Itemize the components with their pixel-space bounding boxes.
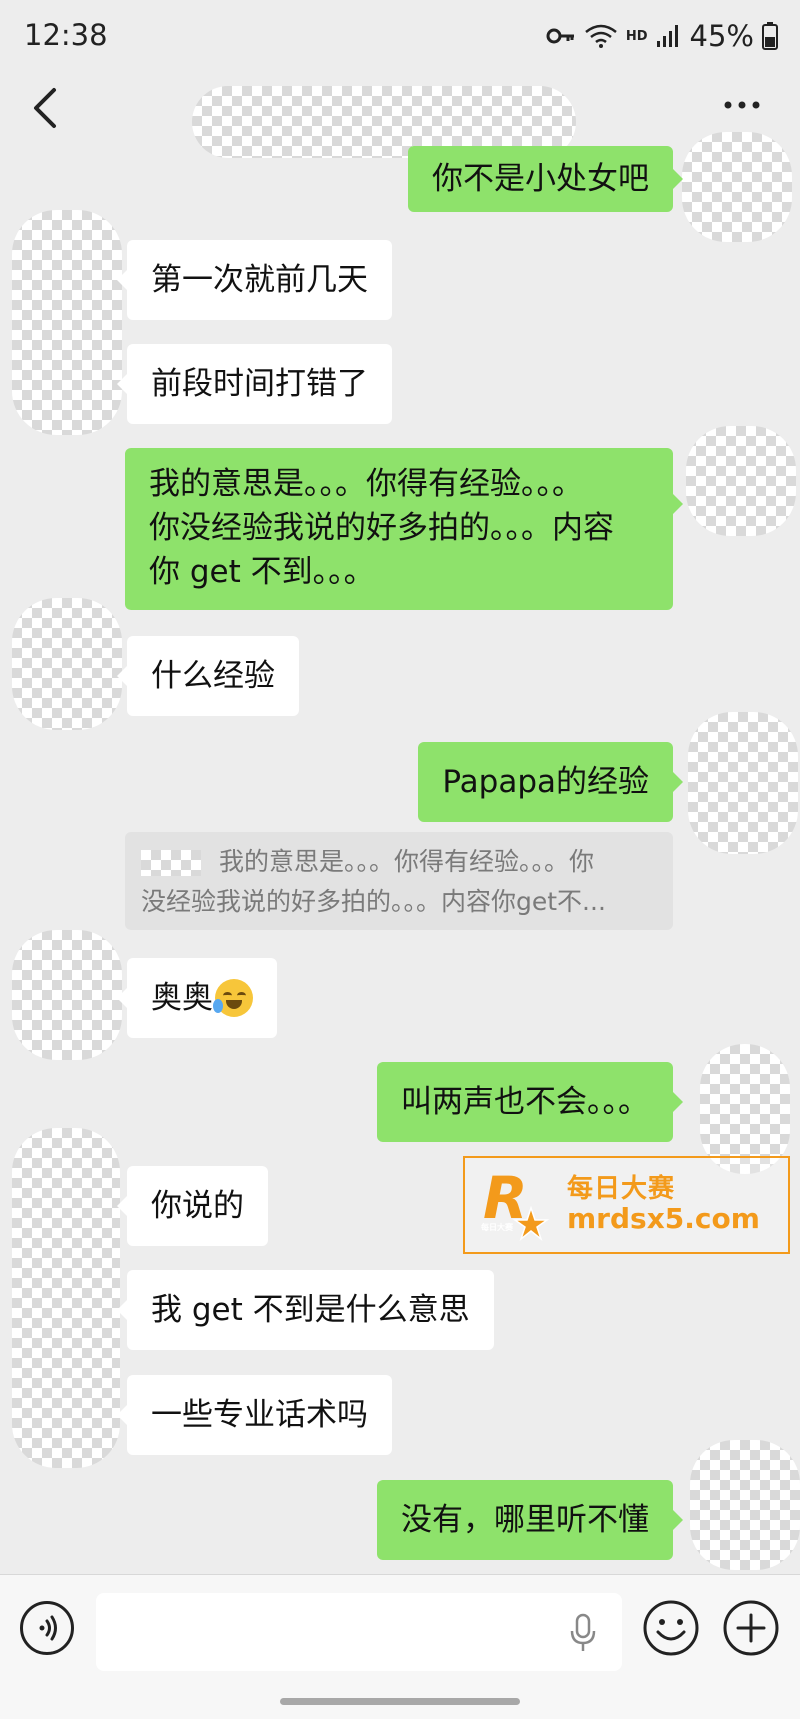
message-line: 你没经验我说的好多拍的。。。内容 <box>149 510 614 546</box>
message-text: 叫两声也不会。。。 <box>401 1084 649 1120</box>
message-text: 一些专业话术吗 <box>151 1397 368 1433</box>
status-icons: HD 45% <box>546 18 778 54</box>
message-text: 什么经验 <box>151 658 275 694</box>
chat-header <box>0 70 800 158</box>
message-text: 没有，哪里听不懂 <box>401 1502 649 1538</box>
wifi-icon <box>585 24 617 48</box>
laughing-tears-emoji <box>213 979 253 1017</box>
message-received[interactable]: 什么经验 <box>117 636 299 716</box>
message-text: 第一次就前几天 <box>151 262 368 298</box>
message-received[interactable]: 你说的 <box>117 1166 268 1246</box>
contact-avatar[interactable] <box>12 930 122 1060</box>
message-received[interactable]: 奥奥 <box>117 958 277 1038</box>
message-received[interactable]: 我 get 不到是什么意思 <box>117 1270 494 1350</box>
my-avatar[interactable] <box>700 1044 790 1174</box>
battery-icon <box>762 22 778 50</box>
voice-icon[interactable] <box>20 1601 74 1655</box>
key-icon <box>546 28 574 44</box>
quote-text-line: 没经验我说的好多拍的。。。内容你get不... <box>141 887 606 916</box>
message-sent[interactable]: 叫两声也不会。。。 <box>377 1062 683 1142</box>
message-text: Papapa的经验 <box>442 764 649 800</box>
message-received[interactable]: 第一次就前几天 <box>117 240 392 320</box>
message-sent[interactable]: 你不是小处女吧 <box>408 146 683 212</box>
message-text: 奥奥 <box>151 980 213 1016</box>
emoji-icon[interactable] <box>642 1599 700 1657</box>
signal-icon <box>656 25 678 47</box>
watermark-small-text: 每日大赛 <box>481 1223 513 1232</box>
message-sent[interactable]: Papapa的经验 <box>418 742 683 822</box>
battery-percent: 45% <box>689 19 754 53</box>
message-text: 我的意思是。。。你得有经验。。。 你没经验我说的好多拍的。。。内容 你 get … <box>149 462 614 594</box>
status-time: 12:38 <box>24 18 108 52</box>
contact-avatar[interactable] <box>12 598 122 730</box>
hd-label: HD <box>625 28 648 44</box>
contact-avatar[interactable] <box>12 1128 120 1468</box>
watermark: R 每日大赛 每日大赛 mrdsx5.com <box>463 1156 790 1254</box>
watermark-title: 每日大赛 <box>567 1174 676 1204</box>
message-text: 我 get 不到是什么意思 <box>151 1292 470 1328</box>
my-avatar[interactable] <box>682 132 792 242</box>
contact-avatar[interactable] <box>12 210 122 435</box>
chevron-left-icon[interactable] <box>26 84 66 132</box>
quote-text-line: 我的意思是。。。你得有经验。。。你 <box>219 847 595 876</box>
quoted-message[interactable]: 我的意思是。。。你得有经验。。。你 没经验我说的好多拍的。。。内容你get不..… <box>125 832 673 930</box>
status-bar: 12:38 HD 45% <box>0 0 800 70</box>
message-received[interactable]: 一些专业话术吗 <box>117 1375 392 1455</box>
message-text: 前段时间打错了 <box>151 366 368 402</box>
message-input[interactable] <box>96 1593 622 1671</box>
message-line: 我的意思是。。。你得有经验。。。 <box>149 466 583 502</box>
message-sent[interactable]: 我的意思是。。。你得有经验。。。 你没经验我说的好多拍的。。。内容 你 get … <box>125 448 683 610</box>
mic-icon[interactable] <box>568 1613 598 1653</box>
message-sent[interactable]: 没有，哪里听不懂 <box>377 1480 683 1560</box>
my-avatar[interactable] <box>686 426 796 536</box>
home-indicator[interactable] <box>280 1698 520 1705</box>
my-avatar[interactable] <box>688 712 798 854</box>
message-line: 你 get 不到。。。 <box>149 554 375 590</box>
more-dots-icon[interactable] <box>722 90 762 120</box>
my-avatar[interactable] <box>690 1440 800 1570</box>
message-text: 你不是小处女吧 <box>432 161 649 197</box>
message-received[interactable]: 前段时间打错了 <box>117 344 392 424</box>
plus-icon[interactable] <box>722 1599 780 1657</box>
quote-author-redacted <box>141 850 201 876</box>
message-text: 你说的 <box>151 1188 244 1224</box>
watermark-url: mrdsx5.com <box>567 1202 760 1235</box>
